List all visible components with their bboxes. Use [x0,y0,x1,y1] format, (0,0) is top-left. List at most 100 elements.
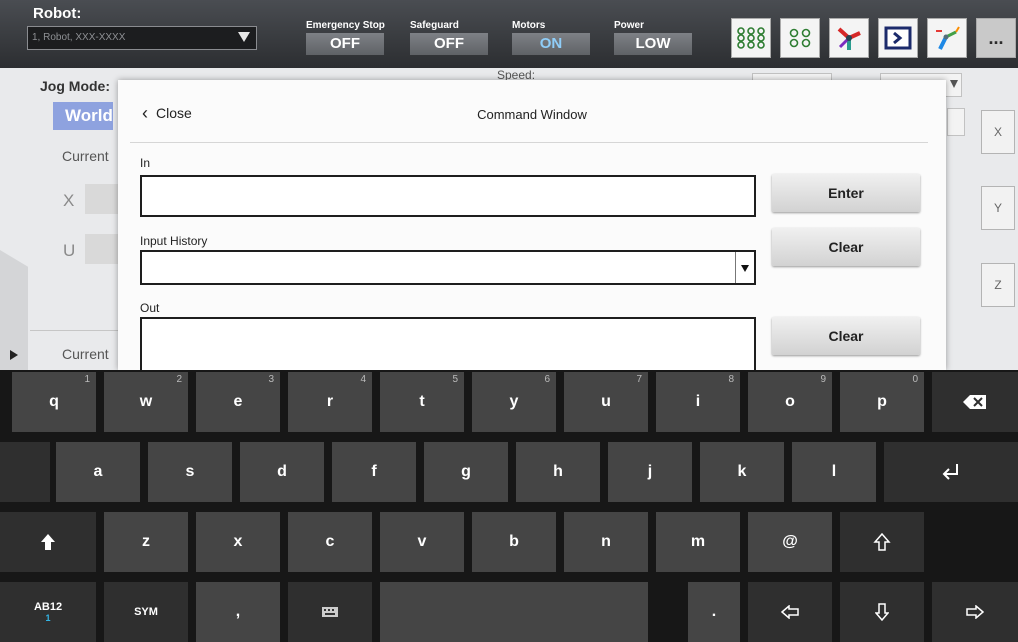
arrow-left-key[interactable] [748,582,832,642]
key-r[interactable]: r4 [288,372,372,432]
jog-x-button[interactable]: X [981,110,1015,154]
arrow-right-key[interactable] [932,582,1018,642]
jog-z-button[interactable]: Z [981,263,1015,307]
shift-outline-icon [873,533,891,551]
backspace-icon [963,395,986,409]
key-m[interactable]: m [656,512,740,572]
ab12-sub: 1 [45,613,51,623]
world-mode-button[interactable]: World [53,102,113,130]
key-n[interactable]: n [564,512,648,572]
out-label: Out [140,301,160,315]
status-caption: Motors [512,20,546,31]
arrow-down-icon [875,603,889,621]
status-caption: Safeguard [410,20,459,31]
dropdown-arrow-icon [735,252,754,283]
arrow-down-key[interactable] [840,582,924,642]
key-q[interactable]: q1 [12,372,96,432]
status-caption: Emergency Stop [306,20,385,31]
key-z[interactable]: z [104,512,188,572]
key-k[interactable]: k [700,442,784,502]
key-h[interactable]: h [516,442,600,502]
key-a[interactable]: a [56,442,140,502]
keyboard-settings-key[interactable] [288,582,372,642]
ab12-key[interactable]: AB12 1 [0,582,96,642]
axis-u-value [85,234,119,264]
shift-key-right[interactable] [840,512,924,572]
key-f[interactable]: f [332,442,416,502]
command-prompt-icon [884,26,912,50]
key-o[interactable]: o9 [748,372,832,432]
space-key[interactable] [380,582,648,642]
input-history-select[interactable] [140,250,756,285]
key-t[interactable]: t5 [380,372,464,432]
io-small-grid-icon [789,28,811,48]
io-grid-icon [737,27,765,49]
robot-select[interactable]: 1, Robot, XXX-XXXX [27,26,257,50]
more-button[interactable]: ... [976,18,1016,58]
scroll-indicator [947,108,965,136]
soft-keyboard: q1 w2 e3 r4 t5 y6 u7 i8 o9 p0 a s d f g … [0,370,1018,642]
status-value: OFF [410,33,488,55]
status-caption: Power [614,20,645,31]
top-status-bar: Robot: 1, Robot, XXX-XXXX Emergency Stop… [0,0,1018,68]
motors-status: Motors ON [512,20,590,55]
jog-y-button[interactable]: Y [981,186,1015,230]
key-spacer-left [0,442,50,502]
key-c[interactable]: c [288,512,372,572]
key-u[interactable]: u7 [564,372,648,432]
dropdown-arrow-icon [950,80,958,88]
status-value: OFF [306,33,384,55]
key-i[interactable]: i8 [656,372,740,432]
key-p[interactable]: p0 [840,372,924,432]
more-icon: ... [988,27,1004,48]
expand-arrow-icon[interactable] [10,350,18,360]
key-g[interactable]: g [424,442,508,502]
return-icon [942,464,958,480]
key-j[interactable]: j [608,442,692,502]
dialog-title: Command Window [477,107,587,122]
io-small-button[interactable] [780,18,820,58]
key-w[interactable]: w2 [104,372,188,432]
command-window-dialog: ‹ Close Command Window In Enter Input Hi… [118,80,946,370]
divider [130,142,928,143]
sym-key[interactable]: SYM [104,582,188,642]
backspace-key[interactable] [932,372,1018,432]
keyboard-icon [322,607,338,617]
jog-teach-button[interactable] [927,18,967,58]
in-label: In [140,156,151,170]
clear-output-button[interactable]: Clear [772,317,920,355]
key-s[interactable]: s [148,442,232,502]
input-history-label: Input History [140,234,208,248]
status-value: LOW [614,33,692,55]
dropdown-arrow-icon [238,32,250,42]
status-value: ON [512,33,590,55]
divider [30,330,120,331]
key-x[interactable]: x [196,512,280,572]
io-monitor-button[interactable] [731,18,771,58]
key-b[interactable]: b [472,512,556,572]
enter-key[interactable] [884,442,1018,502]
key-v[interactable]: v [380,512,464,572]
arrow-right-icon [966,605,984,619]
clear-history-button[interactable]: Clear [772,228,920,266]
jog-mode-label: Jog Mode: [40,78,110,94]
period-key[interactable]: . [688,582,740,642]
key-l[interactable]: l [792,442,876,502]
enter-button[interactable]: Enter [772,174,920,212]
robot-manager-button[interactable] [829,18,869,58]
shift-key-left[interactable] [0,512,96,572]
emergency-stop-status: Emergency Stop OFF [306,20,385,55]
robot-label: Robot: [33,5,82,22]
key-d[interactable]: d [240,442,324,502]
axis-u-label: U [63,241,76,260]
command-input[interactable] [140,175,756,217]
robot-arm-icon [837,27,861,50]
output-area[interactable] [140,317,756,370]
comma-key[interactable]: , [196,582,280,642]
key-e[interactable]: e3 [196,372,280,432]
safeguard-status: Safeguard OFF [410,20,488,55]
command-window-button[interactable] [878,18,918,58]
shift-icon [41,534,55,550]
key-at[interactable]: @ [748,512,832,572]
key-y[interactable]: y6 [472,372,556,432]
